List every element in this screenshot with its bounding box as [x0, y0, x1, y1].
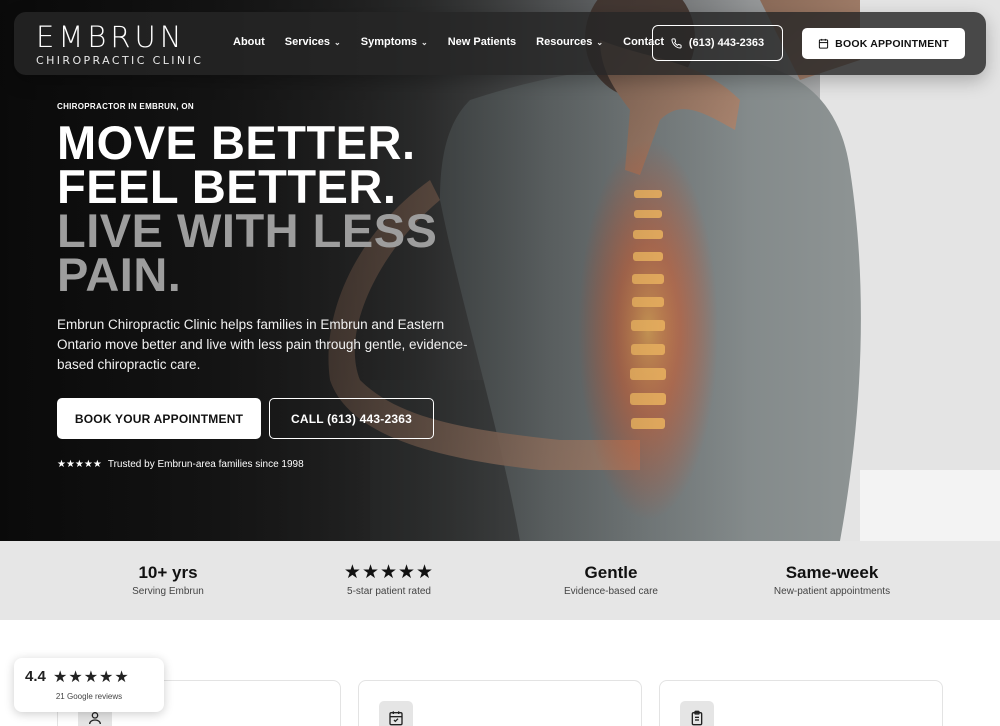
nav-link-about[interactable]: About — [233, 36, 265, 48]
stat-value: Same-week — [785, 563, 879, 582]
hero-headline: MOVE BETTER. FEEL BETTER. LIVE WITH LESS… — [57, 116, 438, 301]
stat-same-week: Same-week New-patient appointments — [732, 562, 932, 597]
clipboard-icon — [680, 701, 714, 726]
nav-link-label: Resources — [536, 36, 593, 48]
chevron-down-icon: ⌄ — [596, 37, 604, 47]
hero-description: Embrun Chiropractic Clinic helps familie… — [57, 317, 468, 372]
review-stars-icon: ★★★★★ — [53, 669, 130, 686]
book-your-appointment-button[interactable]: BOOK YOUR APPOINTMENT — [57, 398, 261, 439]
stat-label: 5-star patient rated — [347, 586, 431, 597]
headline-line: PAIN. — [57, 248, 182, 301]
phone-button[interactable]: (613) 443-2363 — [652, 25, 783, 61]
phone-button-label: (613) 443-2363 — [688, 37, 765, 49]
trust-line: ★★★★★ Trusted by Embrun-area families si… — [57, 459, 304, 470]
nav-link-label: About — [233, 36, 265, 48]
stat-label: Evidence-based care — [564, 586, 658, 597]
stat-value: Gentle — [584, 563, 638, 582]
trust-text: Trusted by Embrun-area families since 19… — [107, 459, 304, 470]
feature-card[interactable] — [659, 680, 943, 726]
chevron-down-icon: ⌄ — [334, 37, 341, 47]
headline-line: MOVE BETTER. — [57, 116, 416, 169]
main-navbar: EMBRUN CHIROPRACTIC CLINIC About Service… — [14, 12, 986, 75]
calendar-check-icon — [379, 701, 413, 726]
stat-value: 10+ yrs — [138, 563, 198, 582]
stat-years: 10+ yrs Serving Embrun — [68, 562, 268, 597]
logo-wordmark: EMBRUN — [36, 20, 186, 54]
clinic-logo[interactable]: EMBRUN CHIROPRACTIC CLINIC — [36, 20, 204, 68]
stat-rating: ★★★★★ 5-star patient rated — [289, 562, 489, 597]
review-rating: 4.4 — [25, 668, 46, 685]
calendar-icon — [819, 38, 829, 49]
stat-gentle: Gentle Evidence-based care — [511, 562, 711, 597]
review-count: 21 Google reviews — [55, 692, 123, 701]
five-stars-icon: ★★★★★ — [343, 562, 435, 583]
hero-section: EMBRUN CHIROPRACTIC CLINIC About Service… — [0, 0, 1000, 541]
nav-links: About Services ⌄ Symptoms ⌄ New Patients R… — [233, 36, 684, 48]
book-appointment-label: BOOK APPOINTMENT — [835, 37, 949, 50]
call-clinic-button[interactable]: CALL (613) 443-2363 — [269, 398, 434, 439]
stat-label: New-patient appointments — [773, 586, 891, 597]
nav-link-label: Symptoms — [360, 36, 417, 48]
nav-link-new-patients[interactable]: New Patients — [448, 36, 516, 48]
headline-line: LIVE WITH LESS — [57, 204, 438, 257]
trust-stars-icon: ★★★★★ — [57, 459, 102, 470]
logo-tagline: CHIROPRACTIC CLINIC — [36, 54, 204, 67]
google-review-badge[interactable]: 4.4 ★★★★★ 21 Google reviews — [14, 658, 164, 712]
hero-eyebrow: CHIROPRACTOR IN EMBRUN, ON — [57, 102, 194, 111]
nav-link-label: New Patients — [447, 36, 517, 48]
nav-link-services[interactable]: Services ⌄ — [285, 36, 341, 48]
nav-link-resources[interactable]: Resources ⌄ — [536, 36, 603, 48]
book-appointment-button[interactable]: BOOK APPOINTMENT — [802, 28, 965, 59]
phone-icon — [671, 37, 682, 49]
stats-bar: 10+ yrs Serving Embrun ★★★★★ 5-star pati… — [0, 541, 1000, 620]
stat-label: Serving Embrun — [132, 586, 204, 597]
headline-line: FEEL BETTER. — [57, 160, 397, 213]
nav-link-label: Services — [284, 36, 331, 48]
nav-link-symptoms[interactable]: Symptoms ⌄ — [361, 36, 428, 48]
chevron-down-icon: ⌄ — [420, 37, 428, 47]
feature-card[interactable] — [358, 680, 642, 726]
